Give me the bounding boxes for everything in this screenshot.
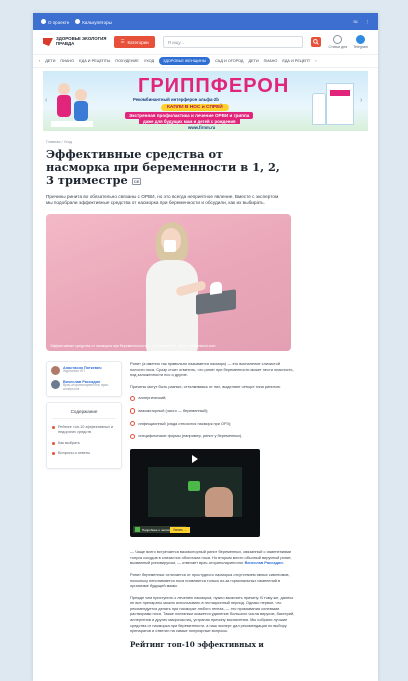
hero-image: Эффективные средства от насморка при бер… <box>46 213 291 351</box>
nav-item[interactable]: УХОД <box>144 59 154 63</box>
toc-item[interactable]: Как выбрать <box>52 441 116 446</box>
page-title: Эффективные средства от насморка при бер… <box>46 147 280 187</box>
nav-arrow-left-icon[interactable]: ‹ <box>39 59 40 63</box>
avatar <box>51 380 60 389</box>
author-item[interactable]: Анастасия Пяткевич Журналист КП <box>51 366 117 375</box>
info-icon <box>41 18 46 24</box>
article-body: Ринит (а именно так правильно называется… <box>130 361 295 649</box>
search-button[interactable] <box>310 37 321 47</box>
table-of-contents: Содержание Рейтинг топ-10 эффективных и … <box>46 402 122 470</box>
categories-button[interactable]: ☰ Категории <box>114 36 155 48</box>
nav-item[interactable]: ПОХУДЕНИЕ <box>115 59 138 63</box>
video-ad-player[interactable]: Подробнее о часовом кредите Узнать → <box>130 449 260 538</box>
logo-mark-icon <box>43 38 53 46</box>
nav-item[interactable]: ЕДА И РЕЦЕПТ <box>282 59 310 63</box>
site-header: ЗДОРОВЬЕ ЭКОЛОГИЯ ПРАВДА ☰ Категории Я и… <box>33 30 378 55</box>
author-item[interactable]: Вячеслав Рассадин Врач-оториноларинголог… <box>51 380 117 392</box>
nav-item[interactable]: ДЕТИ <box>248 59 258 63</box>
calculators-link[interactable]: Калькуляторы <box>75 18 112 25</box>
toc-item[interactable]: Рейтинг топ-10 эффективных и недорогих с… <box>52 425 116 435</box>
ad-pill: Экстренная профилактика и лечение ОРВИ и… <box>125 112 254 119</box>
nav-item[interactable]: ПИАНО <box>60 59 74 63</box>
ad-title: ГРИППФЕРОН <box>138 75 290 97</box>
search-input[interactable]: Я ищу... <box>162 36 303 48</box>
ad-text: даже для будущих мам и детей с рождения <box>139 119 240 124</box>
expert-link[interactable]: Вячеслав Рассадин. <box>245 560 284 565</box>
toc-item[interactable]: Вопросы и ответы <box>52 451 116 456</box>
list-item: специфические формы (например, ринит у б… <box>130 433 295 440</box>
ad-subtitle: Рекомбинантный интерферон альфа-2b <box>133 97 219 102</box>
article-lead: Причины ринита во обязательно связаны с … <box>46 193 279 206</box>
site-logo[interactable]: ЗДОРОВЬЕ ЭКОЛОГИЯ ПРАВДА <box>43 36 106 47</box>
telegram-icon <box>356 35 366 44</box>
children-illustration-icon <box>51 83 93 127</box>
more-menu-icon[interactable]: ⋮ <box>366 19 371 25</box>
section-heading: Рейтинг топ-10 эффективных и <box>130 639 264 649</box>
top-bar: О проекте Калькуляторы ru ⋮ <box>33 13 378 30</box>
nav-item[interactable]: ДЕТИ <box>45 59 55 63</box>
article-sidebar: Анастасия Пяткевич Журналист КП Вячеслав… <box>46 361 122 470</box>
category-nav: ‹ ДЕТИ ПИАНО ЕДА И РЕЦЕПТЫ ПОХУДЕНИЕ УХО… <box>33 55 378 68</box>
avatar <box>51 366 60 375</box>
ad-pill: КАПЛИ В НОС и СПРЕЙ <box>161 104 229 111</box>
brand-logo-icon <box>188 481 200 492</box>
language-switch[interactable]: ru <box>353 19 357 24</box>
nav-item[interactable]: ЕДА И РЕЦЕПТЫ <box>79 59 110 63</box>
nav-item[interactable]: ПИАНО <box>264 59 278 63</box>
daily-articles-button[interactable]: Статьи дня <box>329 35 347 49</box>
ad-next-icon[interactable]: › <box>360 97 366 105</box>
list-item: аллергический; <box>130 395 295 402</box>
about-link[interactable]: О проекте <box>41 18 69 25</box>
tissue-box-icon <box>196 288 236 315</box>
list-item: вазомоторный (часто — беременный); <box>130 408 295 414</box>
authors-card: Анастасия Пяткевич Журналист КП Вячеслав… <box>46 361 122 397</box>
telegram-button[interactable]: Telegram <box>353 35 368 49</box>
search-icon <box>312 39 319 45</box>
ad-prev-icon[interactable]: ‹ <box>45 97 51 105</box>
calculator-icon <box>75 18 81 24</box>
image-caption: Эффективные средства от насморка при бер… <box>50 343 216 348</box>
nav-arrow-right-icon[interactable]: › <box>315 59 316 63</box>
menu-icon: ☰ <box>120 39 125 44</box>
breadcrumb[interactable]: Главная / Уход <box>46 140 378 144</box>
video-cta-button[interactable]: Узнать → <box>170 527 190 534</box>
product-bottle-icon <box>312 93 326 125</box>
product-box-icon <box>326 83 354 125</box>
browser-page: О проекте Калькуляторы ru ⋮ ЗДОРОВЬЕ ЭКО… <box>33 13 378 681</box>
nav-item-active[interactable]: ЗДОРОВЬЕ ЖЕНЩИНЫ <box>159 57 211 65</box>
age-badge: CE <box>131 177 142 185</box>
ad-url: www.firnm.ru <box>188 125 216 130</box>
bell-icon <box>333 35 343 44</box>
ad-banner[interactable]: ‹ ГРИППФЕРОН Рекомбинантный интерферон а… <box>43 71 368 131</box>
play-icon[interactable] <box>192 455 198 464</box>
list-item: инфекционный (сюда относится насморк при… <box>130 421 295 427</box>
nav-item[interactable]: САД И ОГОРОД <box>215 59 243 63</box>
